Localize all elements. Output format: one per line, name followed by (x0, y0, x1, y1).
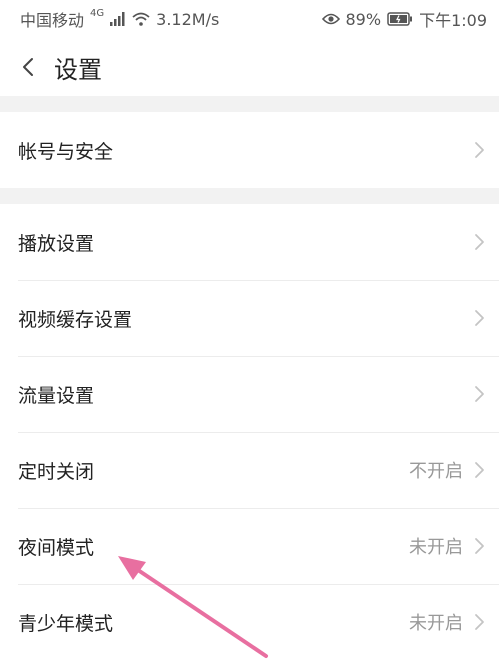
network-type: 4G (90, 7, 105, 19)
status-right: 89% 下午1:09 (321, 7, 487, 31)
carrier-name: 中国移动 (20, 11, 85, 30)
settings-row-video-cache[interactable]: 视频缓存设置 (0, 280, 499, 356)
status-bar: 中国移动 4G 3.12M/s 89% 下午1:09 (0, 0, 499, 38)
settings-header: 设置 (0, 38, 499, 96)
chevron-right-icon (473, 232, 485, 252)
back-button[interactable] (4, 38, 52, 96)
wifi-icon (132, 12, 150, 26)
chevron-left-icon (23, 58, 33, 76)
page-title: 设置 (54, 55, 102, 84)
row-label: 视频缓存设置 (18, 308, 133, 331)
row-value: 未开启 (409, 537, 463, 558)
row-label: 定时关闭 (18, 460, 95, 483)
eye-icon (321, 13, 340, 25)
settings-row-playback[interactable]: 播放设置 (0, 204, 499, 280)
settings-row-account-security[interactable]: 帐号与安全 (0, 112, 499, 188)
section-divider (0, 188, 499, 204)
row-label: 青少年模式 (18, 612, 114, 635)
chevron-right-icon (473, 308, 485, 328)
row-value: 不开启 (409, 461, 463, 482)
chevron-right-icon (473, 460, 485, 480)
row-label: 流量设置 (18, 384, 95, 407)
settings-row-night-mode[interactable]: 夜间模式 未开启 (0, 508, 499, 584)
row-label: 夜间模式 (18, 536, 95, 559)
row-label: 帐号与安全 (18, 140, 114, 163)
network-speed: 3.12M/s (156, 9, 220, 29)
settings-row-sleep-timer[interactable]: 定时关闭 不开启 (0, 432, 499, 508)
signal-icon (110, 12, 126, 26)
row-value: 未开启 (409, 613, 463, 634)
battery-icon (387, 12, 413, 26)
chevron-right-icon (473, 384, 485, 404)
settings-row-teen-mode[interactable]: 青少年模式 未开启 (0, 584, 499, 660)
section-divider (0, 96, 499, 112)
battery-percent: 89% (345, 9, 382, 29)
status-left: 中国移动 4G 3.12M/s (20, 7, 219, 31)
clock-time: 下午1:09 (419, 11, 487, 30)
chevron-right-icon (473, 140, 485, 160)
settings-row-data-usage[interactable]: 流量设置 (0, 356, 499, 432)
chevron-right-icon (473, 536, 485, 556)
row-label: 播放设置 (18, 232, 95, 255)
chevron-right-icon (473, 612, 485, 632)
